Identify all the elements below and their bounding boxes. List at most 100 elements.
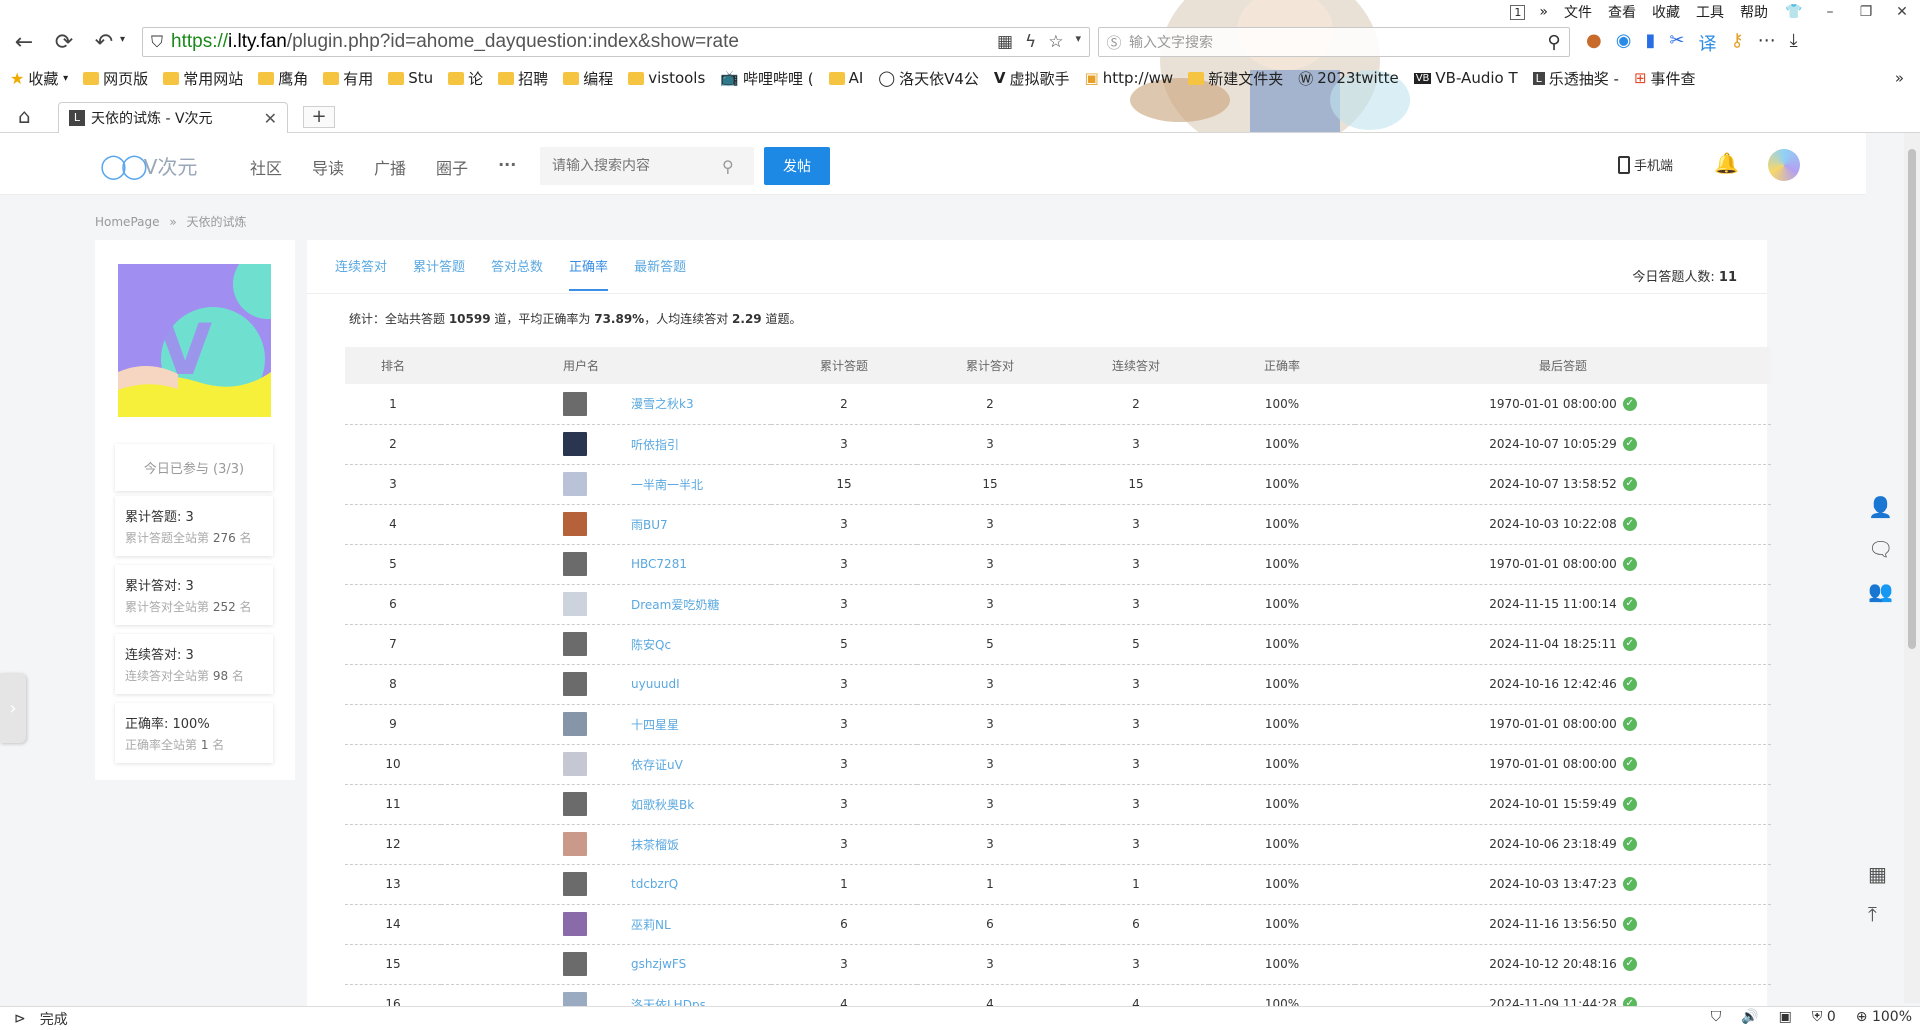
address-dropdown-icon[interactable]: ▾ bbox=[1075, 32, 1081, 52]
user-name-link[interactable]: 如歌秋奥Bk bbox=[631, 798, 694, 812]
user-name-link[interactable]: 巫莉NL bbox=[631, 918, 671, 932]
user-name-link[interactable]: 雨BU7 bbox=[631, 518, 668, 532]
back-icon[interactable]: ← bbox=[6, 26, 42, 58]
page-scrollbar[interactable] bbox=[1904, 133, 1920, 1003]
ext-translate-icon[interactable]: 译 bbox=[1698, 30, 1716, 56]
bookmark-folder[interactable]: 新建文件夹 bbox=[1188, 68, 1283, 89]
back-to-top-icon[interactable]: ⤒ bbox=[1868, 902, 1887, 926]
menu-favorites[interactable]: 收藏 bbox=[1644, 2, 1688, 22]
tab-total[interactable]: 累计答题 bbox=[413, 256, 465, 291]
menu-file[interactable]: 文件 bbox=[1556, 2, 1600, 22]
menu-help[interactable]: 帮助 bbox=[1732, 2, 1776, 22]
restore-button[interactable]: ❐ bbox=[1848, 4, 1884, 20]
ext-book-icon[interactable]: ▮ bbox=[1645, 30, 1655, 56]
bookmark-luotianyi[interactable]: ◯ 洛天依V4公 bbox=[878, 68, 979, 89]
user-name-link[interactable]: 依存证uV bbox=[631, 758, 683, 772]
user-avatar-icon[interactable] bbox=[563, 952, 587, 976]
user-avatar-icon[interactable] bbox=[563, 432, 587, 456]
user-avatar-icon[interactable] bbox=[563, 792, 587, 816]
user-avatar-icon[interactable] bbox=[563, 832, 587, 856]
nav-broadcast[interactable]: 广播 bbox=[374, 155, 406, 179]
home-icon[interactable]: ⌂ bbox=[18, 104, 31, 128]
bookmark-folder[interactable]: 鹰角 bbox=[258, 68, 308, 89]
scrollbar-thumb[interactable] bbox=[1908, 149, 1916, 649]
menu-more-icon[interactable]: » bbox=[1531, 4, 1556, 20]
search-icon[interactable]: ⚲ bbox=[1539, 32, 1569, 53]
user-icon[interactable]: 👤 bbox=[1868, 495, 1893, 519]
skin-icon[interactable]: 👕 bbox=[1776, 4, 1812, 20]
ext-tiger-icon[interactable]: ● bbox=[1586, 30, 1602, 56]
bookmark-folder[interactable]: 网页版 bbox=[83, 68, 148, 89]
close-window-button[interactable]: ✕ bbox=[1884, 4, 1920, 20]
bookmark-folder[interactable]: 常用网站 bbox=[163, 68, 243, 89]
user-name-link[interactable]: tdcbzrQ bbox=[631, 877, 678, 891]
bookmark-bilibili[interactable]: 📺 哔哩哔哩 ( bbox=[720, 68, 813, 89]
bookmark-folder[interactable]: 招聘 bbox=[498, 68, 548, 89]
nav-guide[interactable]: 导读 bbox=[312, 155, 344, 179]
comment-icon[interactable]: 🗨 bbox=[1868, 537, 1893, 561]
user-avatar-icon[interactable] bbox=[563, 752, 587, 776]
user-avatar-icon[interactable] bbox=[563, 912, 587, 936]
nav-more[interactable]: ··· bbox=[498, 155, 516, 179]
bookmark-folder[interactable]: 论 bbox=[448, 68, 483, 89]
nav-community[interactable]: 社区 bbox=[250, 155, 282, 179]
user-avatar[interactable] bbox=[1768, 149, 1800, 181]
user-name-link[interactable]: 陈安Qc bbox=[631, 638, 671, 652]
bookmark-folder[interactable]: 编程 bbox=[563, 68, 613, 89]
download-icon[interactable]: ⤓ bbox=[1790, 30, 1798, 56]
expand-sidebar-handle[interactable]: › bbox=[0, 673, 26, 743]
address-bar[interactable]: ⛉ https://i.lty.fan/plugin.php?id=ahome_… bbox=[142, 27, 1090, 57]
tab-streak[interactable]: 连续答对 bbox=[335, 256, 387, 291]
user-avatar-icon[interactable] bbox=[563, 472, 587, 496]
user-avatar-icon[interactable] bbox=[563, 391, 587, 416]
undo-close-icon[interactable]: ↶ bbox=[86, 26, 122, 58]
new-tab-button[interactable]: + bbox=[303, 106, 335, 128]
bell-icon[interactable]: 🔔 bbox=[1714, 151, 1739, 175]
qrcode-icon[interactable]: ▦ bbox=[1868, 862, 1887, 886]
undo-dropdown-icon[interactable]: ▾ bbox=[120, 34, 125, 45]
menu-view[interactable]: 查看 bbox=[1600, 2, 1644, 22]
bookmark-folder[interactable]: Stu bbox=[388, 69, 433, 87]
refresh-icon[interactable]: ⟳ bbox=[46, 26, 82, 58]
user-avatar-icon[interactable] bbox=[563, 592, 587, 616]
volume-icon[interactable]: 🔊 bbox=[1741, 1009, 1758, 1025]
bookmark-star-icon[interactable]: ☆ bbox=[1048, 32, 1063, 52]
bookmark-vocaloid[interactable]: V 虚拟歌手 bbox=[994, 68, 1070, 89]
bookmarks-more-icon[interactable]: » bbox=[1895, 69, 1904, 87]
user-name-link[interactable]: HBC7281 bbox=[631, 557, 687, 571]
security-check-icon[interactable]: ⛉ bbox=[1711, 1009, 1722, 1025]
bookmark-vbaudio[interactable]: VB VB-Audio T bbox=[1413, 69, 1518, 87]
search-engine-icon[interactable]: Ⓢ bbox=[1099, 32, 1129, 53]
bookmark-folder[interactable]: 有用 bbox=[323, 68, 373, 89]
user-avatar-icon[interactable] bbox=[563, 552, 587, 576]
user-avatar-icon[interactable] bbox=[563, 712, 587, 736]
user-avatar-icon[interactable] bbox=[563, 872, 587, 896]
ext-edge-icon[interactable]: ◉ bbox=[1616, 30, 1632, 56]
user-name-link[interactable]: 听依指引 bbox=[631, 438, 679, 452]
bookmark-lottery[interactable]: L 乐透抽奖 - bbox=[1532, 68, 1619, 89]
user-name-link[interactable]: gshzjwFS bbox=[631, 957, 686, 971]
site-logo[interactable]: ◯◯ V次元 bbox=[100, 151, 197, 180]
breadcrumb-current[interactable]: 天依的试炼 bbox=[187, 215, 247, 229]
user-avatar-icon[interactable] bbox=[563, 632, 587, 656]
user-name-link[interactable]: 十四星星 bbox=[631, 718, 679, 732]
shield-block-count[interactable]: ⛨ 0 bbox=[1812, 1009, 1836, 1025]
tab-correct[interactable]: 答对总数 bbox=[491, 256, 543, 291]
address-url[interactable]: https://i.lty.fan/plugin.php?id=ahome_da… bbox=[171, 31, 739, 53]
user-name-link[interactable]: Dream爱吃奶糖 bbox=[631, 598, 719, 612]
tab-rate[interactable]: 正确率 bbox=[569, 256, 609, 291]
bookmark-link[interactable]: ▣ http://ww bbox=[1085, 69, 1174, 87]
browser-search-box[interactable]: Ⓢ 输入文字搜索 ⚲ bbox=[1098, 27, 1570, 57]
bookmark-events[interactable]: ⊞ 事件查 bbox=[1634, 68, 1696, 89]
user-name-link[interactable]: 漫雪之秋k3 bbox=[631, 397, 694, 411]
breadcrumb-home[interactable]: HomePage bbox=[95, 215, 160, 229]
tab-counter[interactable]: 1 bbox=[1510, 4, 1526, 20]
bookmark-folder[interactable]: vistools bbox=[628, 69, 705, 87]
site-search-input[interactable] bbox=[552, 158, 722, 174]
nav-circles[interactable]: 圈子 bbox=[436, 155, 468, 179]
ext-scissors-icon[interactable]: ✂ bbox=[1669, 30, 1684, 56]
mobile-link[interactable]: 手机端 bbox=[1618, 155, 1673, 174]
ext-more-icon[interactable]: ⋯ bbox=[1758, 30, 1776, 56]
bookmark-wordpress[interactable]: Ⓦ 2023twitte bbox=[1298, 68, 1399, 89]
group-icon[interactable]: 👥 bbox=[1868, 579, 1893, 603]
